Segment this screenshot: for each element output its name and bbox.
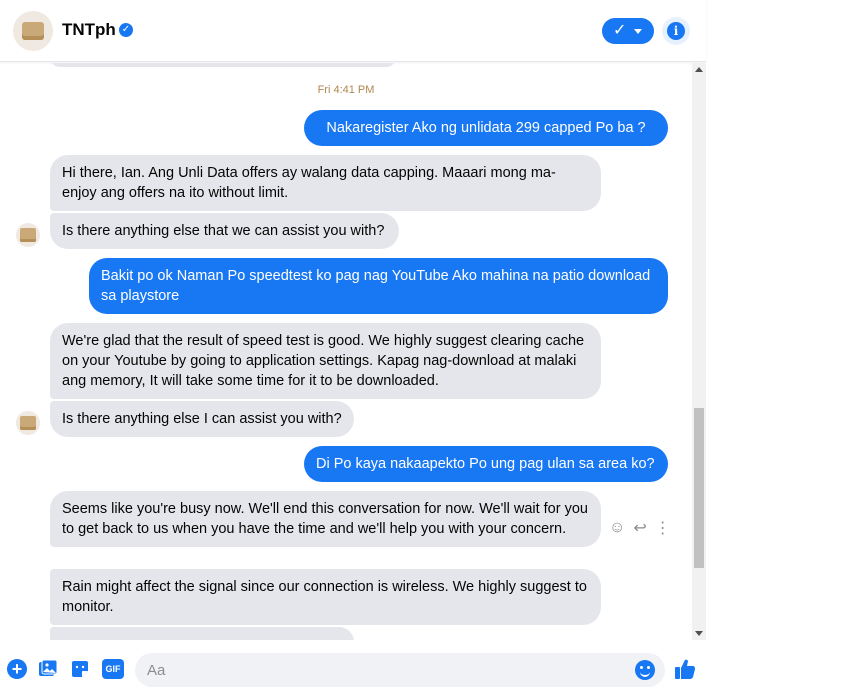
- react-emoji-icon[interactable]: ☺: [609, 519, 625, 537]
- check-icon: ✓: [613, 22, 627, 39]
- incoming-message[interactable]: Is there anything else I can assist you …: [50, 401, 354, 437]
- verified-check-icon: ✓: [119, 23, 133, 37]
- plus-icon[interactable]: +: [7, 659, 27, 679]
- chevron-down-icon[interactable]: [634, 28, 643, 34]
- sticker-icon[interactable]: [70, 659, 90, 679]
- box-logo-icon: [20, 416, 36, 430]
- incoming-message[interactable]: We're glad that the result of speed test…: [50, 323, 601, 399]
- outgoing-message[interactable]: Di Po kaya nakaapekto Po ung pag ulan sa…: [304, 446, 668, 482]
- message-scrollbar[interactable]: [692, 63, 706, 640]
- incoming-message[interactable]: Hi there, Ian. Ang Unli Data offers ay w…: [50, 155, 601, 211]
- message-input[interactable]: [147, 653, 617, 687]
- mark-done-button[interactable]: ✓: [602, 18, 654, 44]
- message-list: Fri 4:41 PM Nakaregister Ako ng unlidata…: [0, 63, 692, 640]
- page-avatar-small[interactable]: [16, 411, 40, 435]
- conversation-title[interactable]: TNTph: [62, 20, 116, 40]
- box-logo-icon: [22, 22, 44, 40]
- conversation-info-button[interactable]: i: [662, 17, 690, 45]
- scroll-down-arrow-icon[interactable]: [695, 631, 703, 636]
- message-actions: ☺ ↩ ⋮: [609, 518, 671, 538]
- incoming-message[interactable]: Is there anything else that we can assis…: [50, 213, 399, 249]
- reply-icon[interactable]: ↩: [633, 518, 646, 538]
- thumbs-up-icon[interactable]: [673, 657, 697, 681]
- conversation-header: TNTph ✓ ✓ i: [0, 0, 706, 62]
- photo-icon[interactable]: [38, 659, 58, 679]
- scroll-up-arrow-icon[interactable]: [695, 67, 703, 72]
- messenger-window: TNTph ✓ ✓ i Fri 4:41 PM Nakaregister Ako…: [0, 0, 706, 699]
- outgoing-message[interactable]: Bakit po ok Naman Po speedtest ko pag na…: [89, 258, 668, 314]
- page-avatar-small[interactable]: [16, 223, 40, 247]
- gif-icon[interactable]: GIF: [102, 659, 124, 679]
- page-avatar[interactable]: [13, 11, 53, 51]
- message-timestamp: Fri 4:41 PM: [317, 84, 375, 96]
- previous-message-bubble: [50, 63, 396, 67]
- message-input-box: [135, 653, 665, 687]
- emoji-icon[interactable]: [635, 660, 655, 680]
- more-options-icon[interactable]: ⋮: [655, 518, 671, 538]
- message-composer: + GIF: [0, 640, 706, 699]
- incoming-message[interactable]: Seems like you're busy now. We'll end th…: [50, 491, 601, 547]
- incoming-message[interactable]: Rain might affect the signal since our c…: [50, 569, 601, 625]
- box-logo-icon: [20, 228, 36, 242]
- outgoing-message[interactable]: Nakaregister Ako ng unlidata 299 capped …: [304, 110, 668, 146]
- info-icon: i: [667, 22, 685, 40]
- incoming-message-partial[interactable]: [50, 627, 354, 640]
- scrollbar-thumb[interactable]: [694, 408, 704, 568]
